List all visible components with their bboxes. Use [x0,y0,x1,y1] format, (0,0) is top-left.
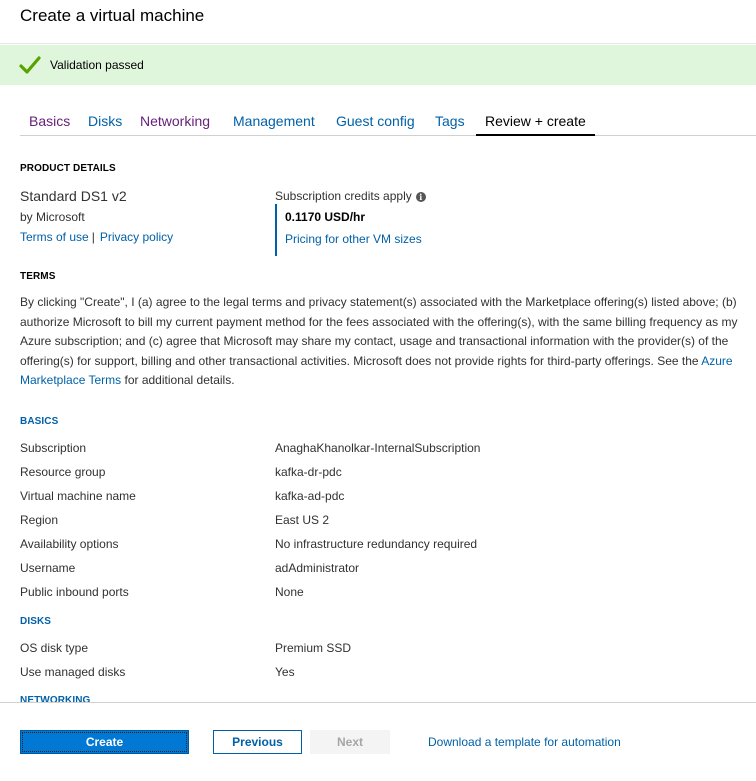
validation-message: Validation passed [50,58,144,72]
product-name: Standard DS1 v2 [20,188,127,204]
tab-guest-config[interactable]: Guest config [336,113,415,129]
public-inbound-ports-value: None [275,585,304,599]
tab-tags[interactable]: Tags [435,113,465,129]
product-links: Terms of use | Privacy policy [20,230,173,244]
info-icon[interactable]: i [415,192,426,202]
tab-review-create[interactable]: Review + create [476,113,595,136]
public-inbound-ports-label: Public inbound ports [20,585,129,599]
tab-management[interactable]: Management [233,113,315,129]
checkmark-icon [19,56,41,74]
tab-networking[interactable]: Networking [140,113,210,129]
validation-banner: Validation passed [0,45,756,85]
resource-group-label: Resource group [20,465,106,479]
create-button[interactable]: Create [20,730,189,754]
managed-disks-label: Use managed disks [20,665,126,679]
footer-actions: Create Previous Next Download a template… [0,702,756,781]
subscription-label: Subscription [20,441,87,455]
price-value: 0.1170 USD/hr [285,210,366,224]
download-template-link[interactable]: Download a template for automation [428,735,621,749]
terms-heading: TERMS [20,271,56,282]
terms-body: By clicking "Create", I (a) agree to the… [20,295,738,368]
tab-disks[interactable]: Disks [88,113,122,129]
disks-heading: DISKS [20,616,52,627]
availability-options-label: Availability options [20,537,119,551]
subscription-value: AnaghaKhanolkar-InternalSubscription [275,441,481,455]
pricing-other-sizes-link[interactable]: Pricing for other VM sizes [285,232,422,246]
page-title: Create a virtual machine [20,6,205,25]
resource-group-value: kafka-dr-pdc [275,465,342,479]
region-value: East US 2 [275,513,330,527]
os-disk-type-value: Premium SSD [275,641,352,655]
terms-of-use-link[interactable]: Terms of use [20,230,89,244]
next-button[interactable]: Next [310,730,390,754]
region-label: Region [20,513,59,527]
previous-button[interactable]: Previous [213,730,302,754]
page-header: Create a virtual machine [0,0,756,44]
credits-label: Subscription credits apply [275,189,412,203]
product-details-heading: PRODUCT DETAILS [20,163,116,174]
wizard-tabs: Basics Disks Networking Management Guest… [20,105,756,136]
price-box: 0.1170 USD/hr Pricing for other VM sizes [275,204,475,256]
os-disk-type-label: OS disk type [20,641,89,655]
managed-disks-value: Yes [275,665,295,679]
basics-heading: BASICS [20,416,59,427]
link-separator: | [91,230,95,244]
username-label: Username [20,561,76,575]
privacy-policy-link[interactable]: Privacy policy [100,230,173,244]
availability-options-value: No infrastructure redundancy required [275,537,478,551]
product-publisher: by Microsoft [20,210,85,224]
username-value: adAdministrator [275,561,360,575]
subscription-credits: Subscription credits apply i [275,189,426,203]
vm-name-value: kafka-ad-pdc [275,489,345,503]
terms-text: By clicking "Create", I (a) agree to the… [20,293,740,391]
terms-tail: for additional details. [121,373,235,387]
tab-basics[interactable]: Basics [29,113,70,129]
vm-name-label: Virtual machine name [20,489,136,503]
